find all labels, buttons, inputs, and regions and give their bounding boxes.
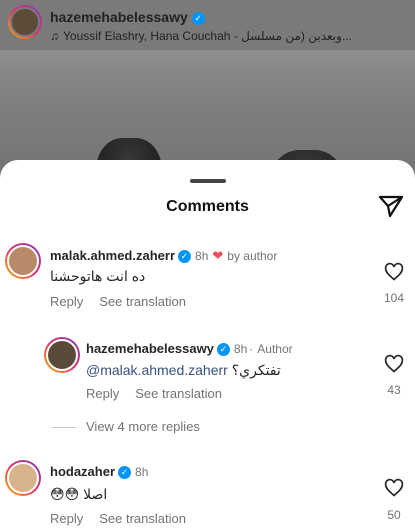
verified-badge-icon: ✓	[216, 343, 230, 357]
verified-badge-icon: ✓	[178, 250, 192, 264]
author-heart-icon: ❤	[212, 248, 224, 263]
reply-button[interactable]: Reply	[50, 294, 83, 309]
comment-text: 😳😳 اصلا	[50, 486, 108, 502]
heart-icon[interactable]	[384, 478, 404, 498]
verified-badge-icon: ✓	[118, 466, 132, 480]
reply-button[interactable]: Reply	[86, 386, 119, 401]
comment-text: ده انت هاتوحشنا	[50, 268, 146, 284]
drag-handle[interactable]	[190, 179, 226, 183]
see-translation-button[interactable]: See translation	[99, 511, 186, 526]
emoji: 😳😳	[50, 486, 80, 502]
reply-button[interactable]: Reply	[50, 511, 83, 526]
comment-text: @malak.ahmed.zaherr تفتكري؟	[86, 362, 281, 378]
music-info[interactable]: ♫ Youssif Elashry, Hana Couchah - وبعدين …	[50, 29, 352, 43]
avatar[interactable]	[44, 337, 80, 373]
avatar[interactable]	[5, 243, 41, 279]
divider-line	[52, 427, 76, 429]
avatar[interactable]	[5, 460, 41, 496]
like-count: 50	[387, 508, 401, 522]
comment-actions: Reply See translation	[50, 294, 202, 309]
like-count: 43	[387, 383, 401, 397]
see-translation-button[interactable]: See translation	[135, 386, 222, 401]
comment-username[interactable]: hazemehabelessawy ✓ 8h · Author	[86, 341, 293, 357]
view-more-replies[interactable]: View 4 more replies	[52, 419, 200, 434]
comment-username[interactable]: hodazaher ✓ 8h	[50, 464, 148, 480]
share-icon[interactable]	[378, 194, 404, 218]
like-count: 104	[383, 291, 405, 305]
music-note-icon: ♫	[50, 29, 59, 43]
sheet-title: Comments	[166, 198, 249, 215]
heart-icon[interactable]	[384, 262, 404, 282]
poster-username[interactable]: hazemehabelessawy ✓	[50, 9, 205, 25]
mention-link[interactable]: @malak.ahmed.zaherr	[86, 362, 228, 378]
verified-badge-icon: ✓	[191, 11, 205, 25]
see-translation-button[interactable]: See translation	[99, 294, 186, 309]
comment-username[interactable]: malak.ahmed.zaherr ✓ 8h ❤ by author	[50, 248, 277, 264]
comments-sheet: Comments malak.ahmed.zaherr ✓ 8h ❤ by author…	[0, 160, 415, 532]
heart-icon[interactable]	[384, 354, 404, 374]
comment-actions: Reply See translation	[50, 511, 202, 526]
comment-actions: Reply See translation	[86, 386, 238, 401]
poster-avatar[interactable]	[8, 5, 42, 39]
